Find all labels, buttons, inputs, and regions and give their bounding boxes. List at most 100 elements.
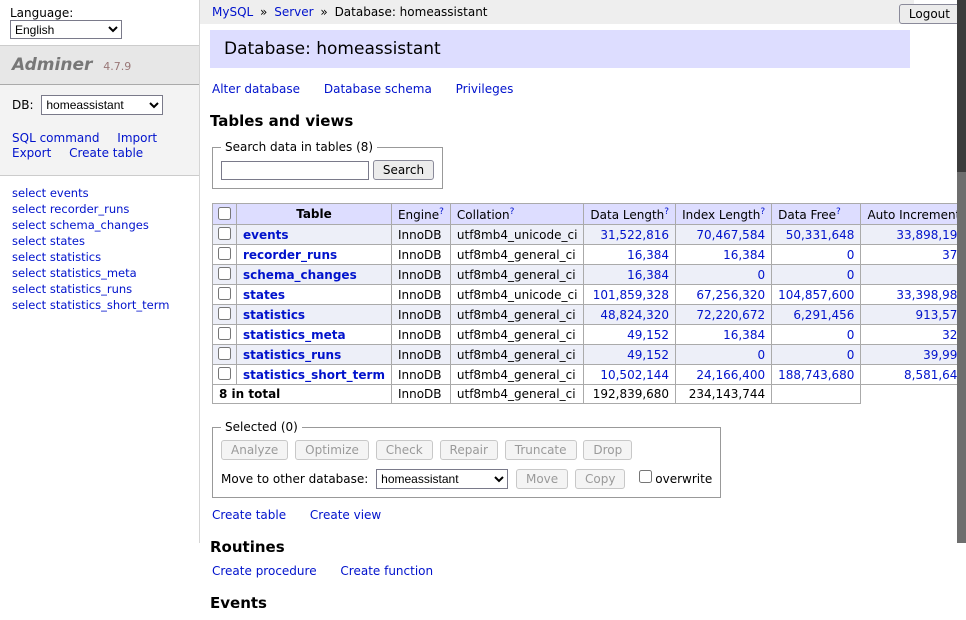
alter-database-link[interactable]: Alter database [212, 82, 300, 96]
table-name-link[interactable]: statistics_runs [50, 282, 132, 296]
select-link[interactable]: select [12, 218, 46, 232]
drop-button[interactable]: Drop [583, 440, 632, 460]
breadcrumb-server-link[interactable]: Server [274, 5, 313, 19]
data-free-link[interactable]: 50,331,648 [786, 228, 855, 242]
table-link[interactable]: statistics [243, 308, 305, 322]
auto-increment-link[interactable]: 33,398,984 [896, 288, 965, 302]
page-title: Database: homeassistant [210, 30, 910, 68]
data-free-link[interactable]: 6,291,456 [793, 308, 854, 322]
search-input[interactable] [221, 161, 369, 180]
help-icon[interactable]: ? [836, 207, 841, 217]
repair-button[interactable]: Repair [440, 440, 498, 460]
index-length-link[interactable]: 0 [757, 268, 765, 282]
index-length-link[interactable]: 72,220,672 [696, 308, 765, 322]
select-all-checkbox[interactable] [218, 207, 231, 220]
table-name-link[interactable]: statistics_meta [50, 266, 137, 280]
table-name-link[interactable]: states [50, 234, 85, 248]
row-checkbox[interactable] [218, 327, 231, 340]
select-link[interactable]: select [12, 202, 46, 216]
select-link[interactable]: select [12, 186, 46, 200]
overwrite-checkbox[interactable] [639, 470, 652, 483]
data-length-link[interactable]: 16,384 [627, 248, 669, 262]
help-icon[interactable]: ? [760, 207, 765, 217]
index-length-link[interactable]: 24,166,400 [696, 368, 765, 382]
index-length-link[interactable]: 0 [757, 348, 765, 362]
create-function-link[interactable]: Create function [340, 564, 433, 578]
row-checkbox[interactable] [218, 287, 231, 300]
table-name-link[interactable]: events [50, 186, 89, 200]
optimize-button[interactable]: Optimize [295, 440, 369, 460]
help-icon[interactable]: ? [664, 207, 669, 217]
table-link[interactable]: states [243, 288, 285, 302]
index-length-link[interactable]: 67,256,320 [696, 288, 765, 302]
data-free-link[interactable]: 0 [847, 268, 855, 282]
db-select[interactable]: homeassistant [41, 95, 163, 115]
move-button[interactable]: Move [516, 469, 568, 489]
data-free-link[interactable]: 0 [847, 328, 855, 342]
table-link[interactable]: events [243, 228, 289, 242]
index-length-link[interactable]: 70,467,584 [696, 228, 765, 242]
index-length-link[interactable]: 16,384 [723, 248, 765, 262]
create-view-link[interactable]: Create view [310, 508, 381, 522]
index-length-link[interactable]: 16,384 [723, 328, 765, 342]
row-checkbox[interactable] [218, 307, 231, 320]
truncate-button[interactable]: Truncate [505, 440, 577, 460]
select-link[interactable]: select [12, 298, 46, 312]
check-button[interactable]: Check [376, 440, 433, 460]
table-link[interactable]: statistics_short_term [243, 368, 385, 382]
table-link[interactable]: schema_changes [243, 268, 357, 282]
create-table-link[interactable]: Create table [212, 508, 286, 522]
data-length-link[interactable]: 49,152 [627, 348, 669, 362]
auto-increment-link[interactable]: 33,898,196 [896, 228, 965, 242]
copy-button[interactable]: Copy [575, 469, 625, 489]
search-button[interactable]: Search [373, 160, 434, 180]
data-length-link[interactable]: 101,859,328 [593, 288, 669, 302]
auto-increment-link[interactable]: 8,581,645 [904, 368, 965, 382]
table-link[interactable]: statistics_meta [243, 328, 346, 342]
row-checkbox[interactable] [218, 367, 231, 380]
data-free-link[interactable]: 104,857,600 [778, 288, 854, 302]
vertical-scrollbar[interactable] [957, 0, 966, 543]
sidebar-link-create-table[interactable]: Create table [69, 146, 143, 160]
table-name-link[interactable]: recorder_runs [50, 202, 130, 216]
table-name-link[interactable]: schema_changes [50, 218, 149, 232]
logout-button[interactable]: Logout [899, 4, 960, 24]
data-free-link[interactable]: 188,743,680 [778, 368, 854, 382]
table-name-link[interactable]: statistics_short_term [50, 298, 170, 312]
table-link[interactable]: recorder_runs [243, 248, 337, 262]
database-schema-link[interactable]: Database schema [324, 82, 432, 96]
analyze-button[interactable]: Analyze [221, 440, 288, 460]
table-link[interactable]: statistics_runs [243, 348, 341, 362]
row-checkbox[interactable] [218, 347, 231, 360]
data-free-link[interactable]: 0 [847, 248, 855, 262]
select-link[interactable]: select [12, 250, 46, 264]
data-length-link[interactable]: 31,522,816 [600, 228, 669, 242]
sidebar-link-export[interactable]: Export [12, 146, 51, 160]
breadcrumb-system-link[interactable]: MySQL [212, 5, 253, 19]
app-name[interactable]: Adminer [12, 55, 92, 75]
create-procedure-link[interactable]: Create procedure [212, 564, 317, 578]
select-link[interactable]: select [12, 266, 46, 280]
select-link[interactable]: select [12, 282, 46, 296]
row-checkbox[interactable] [218, 227, 231, 240]
data-free-link[interactable]: 0 [847, 348, 855, 362]
help-icon[interactable]: ? [510, 207, 515, 217]
table-name-link[interactable]: statistics [50, 250, 101, 264]
privileges-link[interactable]: Privileges [456, 82, 514, 96]
scrollbar-thumb[interactable] [957, 0, 966, 172]
data-length-link[interactable]: 10,502,144 [600, 368, 669, 382]
move-database-select[interactable]: homeassistant [376, 469, 508, 489]
sidebar-link-import[interactable]: Import [117, 131, 157, 145]
help-icon[interactable]: ? [439, 207, 444, 217]
sidebar-link-sql-command[interactable]: SQL command [12, 131, 99, 145]
row-checkbox[interactable] [218, 247, 231, 260]
breadcrumb-separator: » [260, 5, 267, 19]
data-length-link[interactable]: 49,152 [627, 328, 669, 342]
row-checkbox[interactable] [218, 267, 231, 280]
data-length-link[interactable]: 48,824,320 [600, 308, 669, 322]
select-link[interactable]: select [12, 234, 46, 248]
collation-cell: utf8mb4_general_ci [450, 365, 584, 385]
language-select[interactable]: English [10, 20, 122, 39]
data-length-link[interactable]: 16,384 [627, 268, 669, 282]
collation-cell: utf8mb4_general_ci [450, 245, 584, 265]
